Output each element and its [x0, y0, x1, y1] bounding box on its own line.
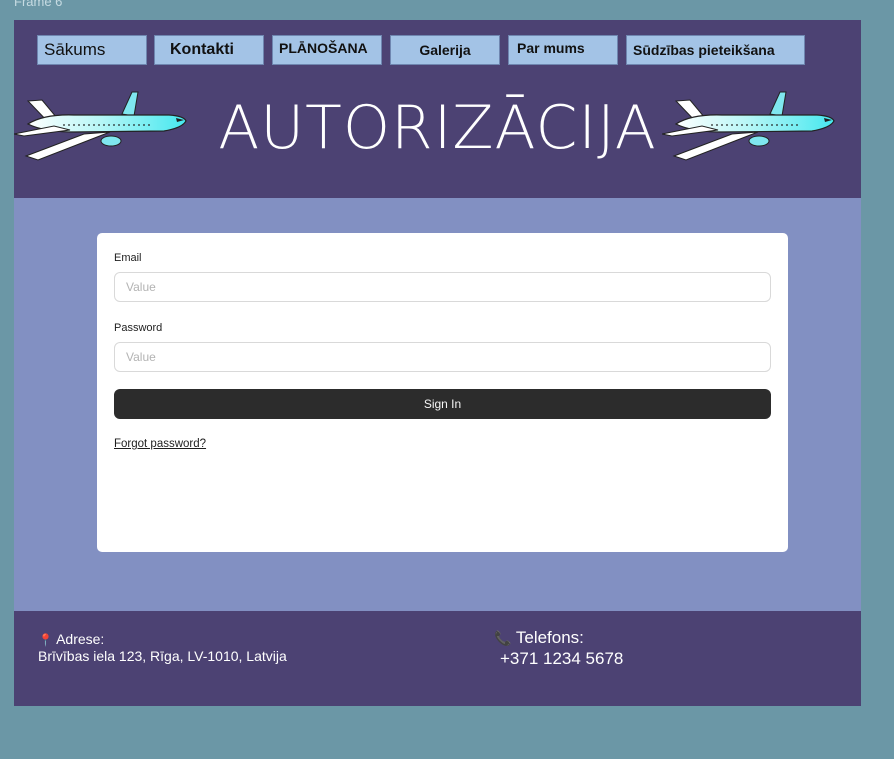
phone-value: +371 1234 5678 [500, 649, 624, 668]
nav-item-sakums[interactable]: Sākums [37, 35, 147, 65]
nav-item-galerija[interactable]: Galerija [390, 35, 500, 65]
frame-label: Frame 6 [14, 0, 63, 9]
login-card: Email Password Sign In Forgot password? [97, 233, 788, 552]
address-value: Brīvības iela 123, Rīga, LV-1010, Latvij… [38, 648, 287, 664]
address-heading: 📍 Adrese: [38, 631, 287, 647]
header: Sākums Kontakti PLĀNOŠANA Galerija Par m… [14, 20, 861, 198]
phone-block: 📞 Telefons: +371 1234 5678 [494, 628, 623, 669]
phone-icon: 📞 [494, 630, 512, 646]
nav-item-par-mums[interactable]: Par mums [508, 35, 618, 65]
phone-label: Telefons: [515, 628, 584, 647]
email-field[interactable] [114, 272, 771, 302]
nav-item-planosana[interactable]: PLĀNOŠANA [272, 35, 382, 65]
map-pin-icon: 📍 [38, 633, 53, 647]
address-label: Adrese: [56, 631, 105, 647]
sign-in-button[interactable]: Sign In [114, 389, 771, 419]
password-label: Password [114, 322, 163, 334]
nav-item-sudzibas[interactable]: Sūdzības pieteikšana [626, 35, 805, 65]
email-label: Email [114, 252, 142, 264]
nav-item-kontakti[interactable]: Kontakti [154, 35, 264, 65]
forgot-password-link[interactable]: Forgot password? [114, 438, 206, 450]
address-block: 📍 Adrese: Brīvības iela 123, Rīga, LV-10… [38, 631, 287, 664]
password-field[interactable] [114, 342, 771, 372]
phone-heading: 📞 Telefons: [494, 628, 623, 648]
airplane-icon [662, 91, 835, 161]
footer: 📍 Adrese: Brīvības iela 123, Rīga, LV-10… [14, 611, 861, 706]
page-frame: Sākums Kontakti PLĀNOŠANA Galerija Par m… [14, 20, 861, 706]
